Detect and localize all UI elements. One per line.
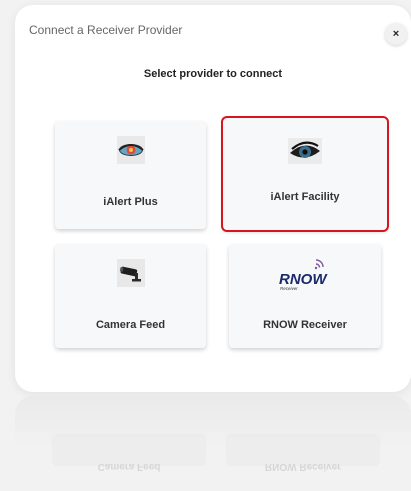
ghost-label: Camera Feed — [97, 461, 161, 472]
security-camera-icon — [116, 258, 145, 288]
eye-icon — [288, 136, 322, 166]
provider-label: RNOW Receiver — [263, 319, 347, 331]
provider-card-ialert-facility[interactable]: iAlert Facility — [221, 116, 389, 232]
ghost-label: RNOW Receiver — [264, 461, 342, 472]
ghost-card: RNOW Receiver — [227, 436, 379, 472]
modal-title: Connect a Receiver Provider — [29, 23, 183, 37]
rnow-logo: RNOW Receiver — [275, 256, 335, 292]
rnow-logo-subtext: Receiver — [280, 286, 298, 291]
colored-eye-icon — [116, 135, 145, 165]
provider-label: iAlert Plus — [103, 196, 158, 208]
close-icon: × — [392, 27, 400, 40]
provider-label: Camera Feed — [95, 319, 166, 331]
modal-subtitle: Select provider to connect — [143, 68, 283, 80]
modal-reflection: Camera Feed RNOW Receiver — [15, 396, 411, 491]
provider-card-ialert-plus[interactable]: iAlert Plus — [55, 121, 206, 229]
ghost-card: Camera Feed — [53, 436, 205, 472]
close-button[interactable]: × — [385, 23, 407, 45]
connect-provider-modal: Connect a Receiver Provider × Select pro… — [15, 5, 411, 392]
provider-label: iAlert Facility — [270, 191, 340, 203]
provider-card-rnow-receiver[interactable]: RNOW Receiver RNOW Receiver — [229, 244, 381, 348]
provider-card-camera-feed[interactable]: Camera Feed — [55, 244, 206, 348]
